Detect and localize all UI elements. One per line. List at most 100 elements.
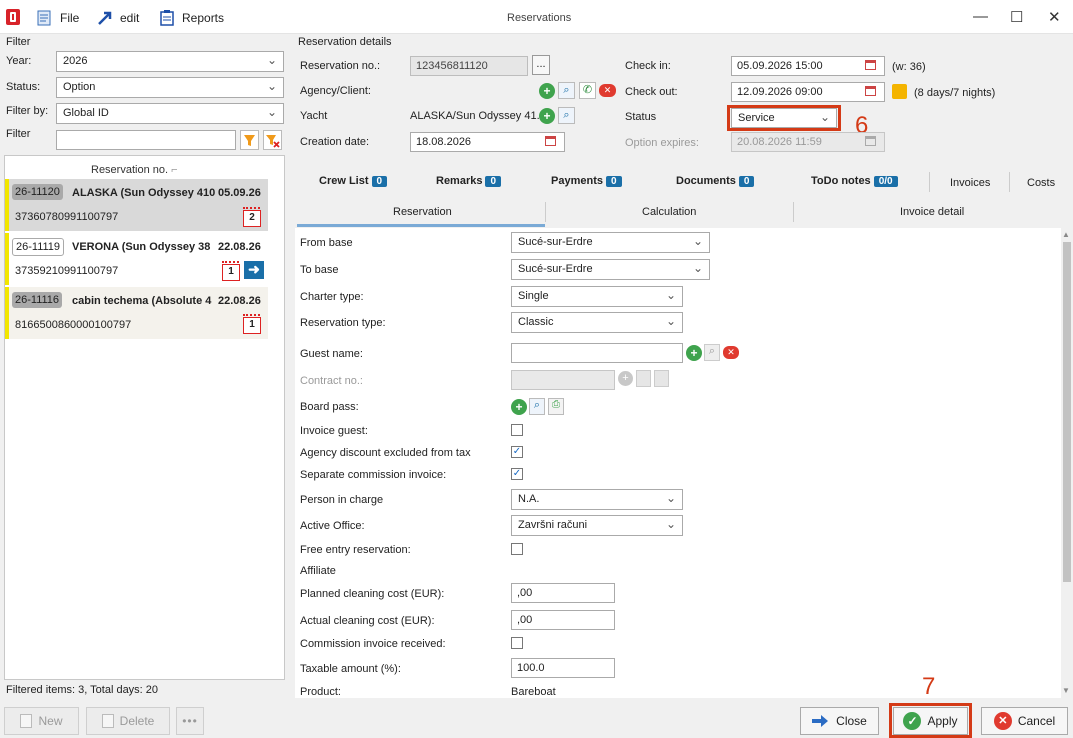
person-in-charge-label: Person in charge — [300, 494, 384, 506]
person-in-charge-select[interactable]: N.A. ⌄ — [511, 489, 683, 510]
invoice-guest-checkbox[interactable] — [511, 424, 523, 436]
chevron-down-icon: ⌄ — [266, 105, 277, 119]
list-header[interactable]: Reservation no. ⌐ — [91, 164, 178, 176]
actual-cleaning-field[interactable]: ,00 — [511, 610, 615, 630]
commission-received-checkbox[interactable] — [511, 637, 523, 649]
scroll-up-icon[interactable]: ▲ — [1062, 230, 1070, 239]
contract-no-label: Contract no.: — [300, 375, 363, 387]
calendar-icon[interactable] — [865, 60, 876, 70]
menu-file[interactable]: File — [36, 9, 79, 27]
phone-icon[interactable]: ✆ — [579, 82, 596, 99]
maximize-button[interactable]: ☐ — [1010, 8, 1023, 26]
list-item[interactable]: 26-11116 cabin techema (Absolute 4 22.08… — [5, 287, 268, 339]
search-yacht-icon[interactable]: ⌕ — [558, 107, 575, 124]
tab-divider — [545, 202, 546, 222]
note-icon[interactable] — [892, 84, 907, 99]
scrollbar[interactable]: ▲ ▼ — [1061, 228, 1073, 698]
checkin-field[interactable]: 05.09.2026 15:00 — [731, 56, 885, 76]
reservation-id-tag: 26-11116 — [12, 292, 63, 308]
affiliate-label: Affiliate — [300, 565, 336, 577]
tab-costs[interactable]: Costs — [1027, 177, 1055, 189]
charter-type-select[interactable]: Single ⌄ — [511, 286, 683, 307]
clear-filter-button[interactable] — [263, 130, 282, 150]
board-pass-print-icon[interactable]: ⎙ — [548, 398, 564, 415]
reservation-code: 37359210991100797 — [15, 265, 119, 277]
more-actions-button[interactable]: ••• — [176, 707, 204, 735]
add-guest-icon[interactable]: + — [686, 345, 702, 361]
menu-edit[interactable]: edit — [96, 9, 139, 27]
step-7-annotation: 7 — [922, 673, 936, 700]
reservation-id-tag: 26-11120 — [12, 184, 63, 200]
contract-no-field — [511, 370, 615, 390]
new-button[interactable]: New — [4, 707, 79, 735]
creation-date-field[interactable]: 18.08.2026 — [410, 132, 565, 152]
count-badge: 0/0 — [873, 176, 898, 187]
add-yacht-icon[interactable]: + — [539, 108, 555, 124]
tab-crew-list[interactable]: Crew List 0 — [319, 175, 388, 187]
search-agency-icon[interactable]: ⌕ — [558, 82, 575, 99]
tab-invoices[interactable]: Invoices — [950, 177, 990, 189]
reservation-type-select[interactable]: Classic ⌄ — [511, 312, 683, 333]
tab-calculation[interactable]: Calculation — [642, 206, 696, 218]
cancel-button[interactable]: ✕ Cancel — [981, 707, 1068, 735]
product-value: Bareboat — [511, 686, 556, 698]
search-guest-icon[interactable]: ⌕ — [704, 344, 720, 361]
count-badge: 0 — [738, 176, 755, 187]
tab-documents[interactable]: Documents 0 — [676, 175, 755, 187]
tab-remarks[interactable]: Remarks 0 — [436, 175, 502, 187]
list-item[interactable]: 26-11120 ALASKA (Sun Odyssey 410 05.09.2… — [5, 179, 268, 231]
calendar-icon[interactable] — [865, 86, 876, 96]
close-button[interactable]: Close — [800, 707, 879, 735]
filter-section-label: Filter — [6, 36, 31, 48]
contract-print-icon — [654, 370, 669, 387]
status-filter-select[interactable]: Option ⌄ — [56, 77, 284, 98]
checkout-field[interactable]: 12.09.2026 09:00 — [731, 82, 885, 102]
from-base-select[interactable]: Sucé-sur-Erdre ⌄ — [511, 232, 710, 253]
actual-cleaning-label: Actual cleaning cost (EUR): — [300, 615, 435, 627]
taxable-amount-field[interactable]: 100.0 — [511, 658, 615, 678]
apply-filter-button[interactable] — [240, 130, 259, 150]
scrollbar-thumb[interactable] — [1063, 242, 1071, 582]
guest-name-field[interactable] — [511, 343, 683, 363]
add-board-pass-icon[interactable]: + — [511, 399, 527, 415]
cancel-icon: ✕ — [993, 712, 1012, 730]
funnel-icon — [244, 135, 255, 146]
reservation-date: 22.08.26 — [218, 241, 261, 253]
delete-button[interactable]: Delete — [86, 707, 170, 735]
planned-cleaning-field[interactable]: ,00 — [511, 583, 615, 603]
search-board-pass-icon[interactable]: ⌕ — [529, 398, 545, 415]
tab-payments[interactable]: Payments 0 — [551, 175, 622, 187]
menu-reports[interactable]: Reports — [158, 9, 224, 27]
tab-todo-notes[interactable]: ToDo notes 0/0 — [811, 175, 898, 187]
remove-guest-icon[interactable]: ✕ — [723, 346, 739, 359]
delete-document-icon — [101, 714, 114, 728]
active-office-select[interactable]: Završni računi ⌄ — [511, 515, 683, 536]
add-agency-icon[interactable]: + — [539, 83, 555, 99]
free-entry-checkbox[interactable] — [511, 543, 523, 555]
agency-discount-checkbox[interactable]: ✓ — [511, 446, 523, 458]
year-select[interactable]: 2026 ⌄ — [56, 51, 284, 72]
planned-cleaning-label: Planned cleaning cost (EUR): — [300, 588, 445, 600]
agency-discount-label: Agency discount excluded from tax — [300, 447, 471, 459]
calendar-icon[interactable] — [545, 136, 556, 146]
to-base-select[interactable]: Sucé-sur-Erdre ⌄ — [511, 259, 710, 280]
close-window-button[interactable]: ✕ — [1048, 8, 1061, 26]
calendar-icon — [865, 136, 876, 146]
yacht-label: Yacht — [300, 110, 328, 122]
filter-input[interactable] — [56, 130, 236, 150]
reservation-type-label: Reservation type: — [300, 317, 386, 329]
arrow-right-icon[interactable]: ➜ — [244, 261, 264, 279]
reservation-title: cabin techema (Absolute 4 — [72, 295, 212, 307]
tab-invoice-detail[interactable]: Invoice detail — [900, 206, 964, 218]
filter-by-select[interactable]: Global ID ⌄ — [56, 103, 284, 124]
remove-agency-icon[interactable]: ✕ — [599, 84, 616, 97]
reservation-no-more-button[interactable]: ... — [532, 55, 550, 75]
minimize-button[interactable]: — — [973, 8, 988, 25]
scroll-down-icon[interactable]: ▼ — [1062, 686, 1070, 695]
from-base-label: From base — [300, 237, 353, 249]
list-item[interactable]: 26-11119 VERONA (Sun Odyssey 38 22.08.26… — [5, 233, 268, 285]
tab-reservation[interactable]: Reservation — [393, 206, 452, 218]
product-label: Product: — [300, 686, 341, 698]
separate-commission-checkbox[interactable]: ✓ — [511, 468, 523, 480]
filter-text-label: Filter — [6, 128, 31, 140]
